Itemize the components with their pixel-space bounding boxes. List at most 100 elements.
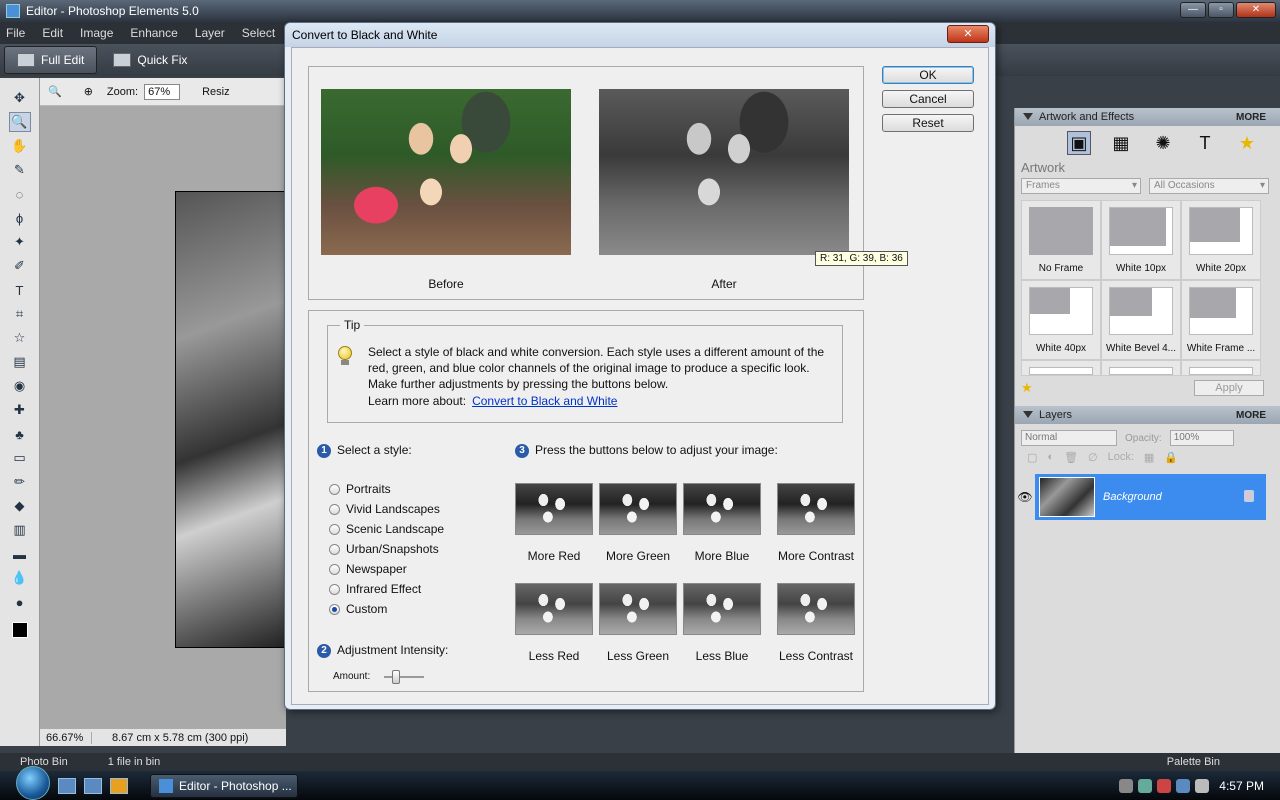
resize-label[interactable]: Resiz — [202, 86, 230, 98]
paint-bucket-icon[interactable]: ◆ — [9, 496, 31, 516]
switch-windows-icon[interactable] — [84, 777, 102, 794]
style-option-urban-snapshots[interactable]: Urban/Snapshots — [329, 539, 444, 559]
quick-fix-tab[interactable]: Quick Fix — [101, 46, 199, 74]
cancel-button[interactable]: Cancel — [882, 90, 974, 108]
crop-tool-icon[interactable]: ⌗ — [9, 304, 31, 324]
less-green-button[interactable]: Less Green — [599, 583, 677, 663]
layers-more-button[interactable]: MORE — [1236, 410, 1266, 421]
radio-button[interactable] — [329, 563, 340, 575]
foreground-color-swatch[interactable] — [11, 622, 28, 638]
menu-file[interactable]: File — [6, 26, 25, 40]
canvas-area[interactable] — [40, 106, 286, 728]
show-desktop-icon[interactable] — [58, 777, 76, 794]
more-red-button[interactable]: More Red — [515, 483, 593, 563]
radio-button[interactable] — [329, 583, 340, 595]
sponge-tool-icon[interactable]: ● — [9, 592, 31, 612]
clone-stamp-icon[interactable]: ♣ — [9, 424, 31, 444]
favorite-star-icon[interactable]: ★ — [1021, 380, 1033, 396]
more-green-button[interactable]: More Green — [599, 483, 677, 563]
blend-mode-dropdown[interactable]: Normal — [1021, 430, 1117, 446]
link-layer-icon[interactable]: ∅ — [1088, 451, 1098, 464]
less-contrast-button[interactable]: Less Contrast — [777, 583, 855, 663]
style-option-portraits[interactable]: Portraits — [329, 479, 444, 499]
eye-visibility-icon[interactable]: 👁 — [1015, 490, 1035, 504]
status-zoom[interactable]: 66.67% — [40, 731, 92, 744]
gradient-tool-icon[interactable]: ▥ — [9, 520, 31, 540]
zoom-tool-icon[interactable]: 🔍 — [8, 112, 31, 132]
artwork-panel-header[interactable]: Artwork and Effects MORE — [1015, 108, 1280, 126]
menu-enhance[interactable]: Enhance — [130, 26, 177, 40]
more-blue-button[interactable]: More Blue — [683, 483, 761, 563]
frame-thumb[interactable]: No Frame — [1021, 200, 1101, 280]
eraser-tool-icon[interactable]: ▭ — [9, 448, 31, 468]
user-icon[interactable] — [1138, 778, 1153, 793]
volume-icon[interactable] — [1195, 778, 1210, 793]
new-layer-icon[interactable]: ▢ — [1027, 451, 1037, 464]
move-tool-icon[interactable]: ✥ — [9, 88, 31, 108]
menu-layer[interactable]: Layer — [195, 26, 225, 40]
radio-button[interactable] — [329, 483, 340, 495]
security-icon[interactable] — [1157, 778, 1172, 793]
lasso-tool-icon[interactable]: ϕ — [9, 208, 31, 228]
themes-icon[interactable]: ▦ — [1109, 131, 1133, 155]
radio-button[interactable] — [329, 543, 340, 555]
start-button[interactable] — [16, 765, 50, 800]
palette-bin-toggle[interactable]: Palette Bin — [1167, 756, 1220, 768]
blur-tool-icon[interactable]: 💧 — [9, 568, 31, 588]
style-option-infrared-effect[interactable]: Infrared Effect — [329, 579, 444, 599]
more-contrast-button[interactable]: More Contrast — [777, 483, 855, 563]
taskbar-photoshop-button[interactable]: Editor - Photoshop ... — [150, 773, 298, 798]
style-option-scenic-landscape[interactable]: Scenic Landscape — [329, 519, 444, 539]
ok-button[interactable]: OK — [882, 66, 974, 84]
shape-tool-icon[interactable]: ▬ — [9, 544, 31, 564]
selection-brush-icon[interactable]: ✐ — [9, 256, 31, 276]
magic-wand-tool-icon[interactable]: ✦ — [9, 232, 31, 252]
layer-selected[interactable]: Background — [1035, 474, 1266, 520]
style-option-vivid-landscapes[interactable]: Vivid Landscapes — [329, 499, 444, 519]
menu-edit[interactable]: Edit — [42, 26, 63, 40]
type-tool-icon[interactable]: T — [9, 280, 31, 300]
keyboard-icon[interactable] — [1119, 778, 1134, 793]
artwork-more-button[interactable]: MORE — [1236, 112, 1266, 123]
reset-button[interactable]: Reset — [882, 114, 974, 132]
frame-thumb[interactable]: White 10px — [1101, 200, 1181, 280]
menu-image[interactable]: Image — [80, 26, 113, 40]
document-image[interactable] — [175, 191, 286, 648]
marquee-tool-icon[interactable]: ◌ — [9, 184, 31, 204]
hand-tool-icon[interactable]: ✋ — [9, 136, 31, 156]
occasion-dropdown[interactable]: All Occasions — [1149, 178, 1269, 194]
amount-slider[interactable] — [384, 669, 425, 684]
frame-thumb[interactable]: White Bevel 4... — [1101, 280, 1181, 360]
network-icon[interactable] — [1176, 778, 1191, 793]
lock-transparency-icon[interactable]: ▦ — [1144, 451, 1154, 464]
after-preview-image[interactable] — [599, 89, 849, 255]
learn-more-link[interactable]: Convert to Black and White — [472, 394, 617, 408]
adjustment-layer-icon[interactable]: ◐ — [1047, 451, 1054, 463]
healing-brush-icon[interactable]: ✚ — [9, 400, 31, 420]
style-option-newspaper[interactable]: Newspaper — [329, 559, 444, 579]
frame-thumb[interactable]: White 40px — [1021, 280, 1101, 360]
category-dropdown[interactable]: Frames — [1021, 178, 1141, 194]
delete-layer-icon[interactable]: 🗑 — [1064, 451, 1078, 464]
close-window-button[interactable]: ✕ — [1236, 2, 1276, 18]
radio-button[interactable] — [329, 523, 340, 535]
layers-panel-header[interactable]: Layers MORE — [1015, 406, 1280, 424]
brush-tool-icon[interactable]: ✏ — [9, 472, 31, 492]
zoom-input[interactable]: 67% — [144, 83, 181, 100]
radio-button-selected[interactable] — [329, 603, 340, 615]
full-edit-tab[interactable]: Full Edit — [4, 46, 98, 74]
artwork-icon[interactable]: ▣ — [1067, 131, 1091, 155]
menu-select[interactable]: Select — [242, 26, 275, 40]
clock[interactable]: 4:57 PM — [1219, 779, 1264, 793]
text-effects-icon[interactable]: T — [1193, 131, 1217, 155]
frame-thumb[interactable] — [1101, 360, 1181, 376]
dialog-close-icon[interactable]: ✕ — [947, 25, 989, 43]
minimize-button[interactable]: — — [1180, 2, 1206, 18]
frame-thumb[interactable]: White 20px — [1181, 200, 1261, 280]
favorites-star-icon[interactable]: ★ — [1235, 131, 1259, 155]
radio-button[interactable] — [329, 503, 340, 515]
layer-row[interactable]: 👁 Background — [1015, 474, 1280, 520]
effects-icon[interactable]: ✺ — [1151, 131, 1175, 155]
style-option-custom[interactable]: Custom — [329, 599, 444, 619]
apply-button[interactable]: Apply — [1194, 380, 1264, 396]
